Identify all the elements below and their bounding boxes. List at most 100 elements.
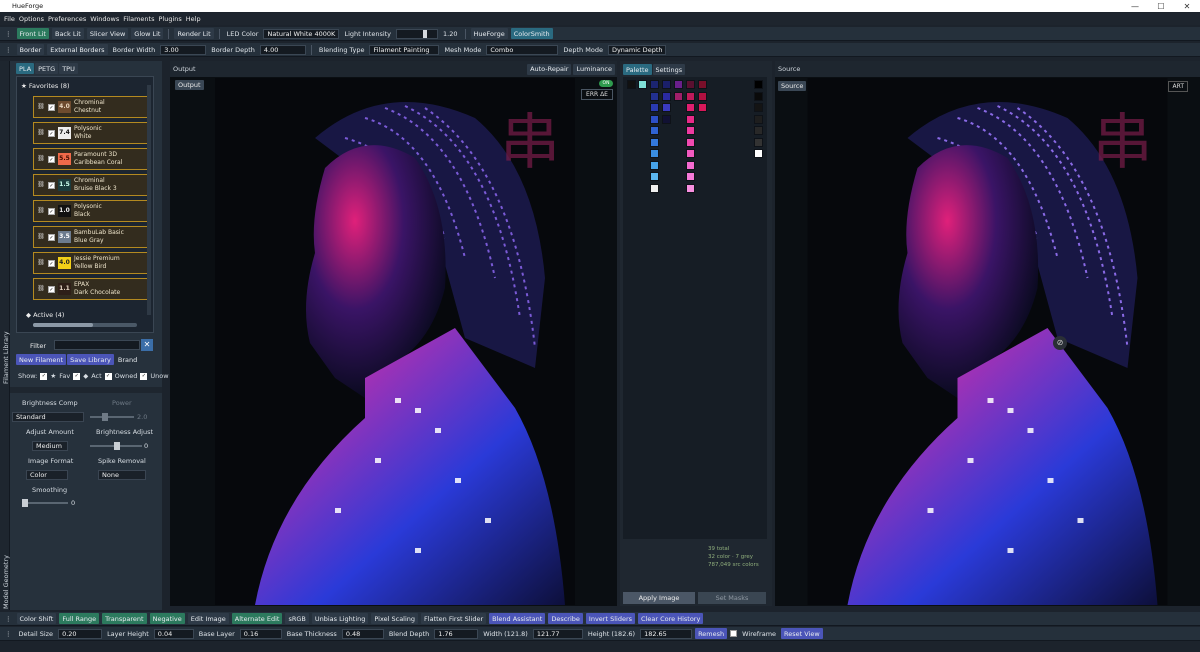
border-width-input[interactable]: 3.00 bbox=[160, 44, 207, 55]
menu-filaments[interactable]: Filaments bbox=[123, 15, 154, 23]
render-lit-button[interactable]: Render Lit bbox=[174, 28, 214, 39]
palette-swatch[interactable] bbox=[754, 149, 763, 158]
power-slider-knob[interactable] bbox=[102, 413, 108, 421]
filament-card[interactable]: ⛓ ✓ 1.0 Polysonic Black bbox=[33, 200, 149, 222]
set-masks-button[interactable]: Set Masks bbox=[698, 592, 766, 604]
wireframe-checkbox[interactable] bbox=[730, 630, 738, 637]
err-delta-e-button[interactable]: ERR ΔE bbox=[581, 89, 613, 100]
blend-assistant-button[interactable]: Blend Assistant bbox=[489, 613, 546, 624]
palette-swatch[interactable] bbox=[650, 183, 659, 193]
link-icon[interactable]: ⛓ bbox=[37, 181, 45, 189]
reset-view-button[interactable]: Reset View bbox=[781, 628, 823, 639]
palette-swatch[interactable] bbox=[627, 80, 636, 89]
detail-size-input[interactable]: 0.20 bbox=[58, 628, 103, 639]
source-viewport[interactable]: Source Source ART 串 ⊘ bbox=[775, 61, 1200, 606]
filament-checkbox[interactable]: ✓ bbox=[48, 129, 55, 137]
palette-swatch[interactable] bbox=[650, 91, 659, 101]
palette-swatch[interactable] bbox=[686, 172, 695, 181]
minimize-icon[interactable]: — bbox=[1122, 2, 1148, 11]
smoothing-slider[interactable] bbox=[22, 502, 68, 504]
led-color-select[interactable]: Natural White 4000K bbox=[263, 28, 340, 39]
show-unow-checkbox[interactable]: ✓ bbox=[140, 372, 148, 380]
filament-checkbox[interactable]: ✓ bbox=[48, 181, 55, 189]
palette-swatch[interactable] bbox=[662, 91, 671, 101]
filament-checkbox[interactable]: ✓ bbox=[48, 103, 55, 111]
palette-swatch[interactable] bbox=[650, 160, 659, 170]
brand-button[interactable]: Brand bbox=[115, 354, 140, 365]
palette-grid[interactable] bbox=[623, 77, 767, 539]
base-thickness-input[interactable]: 0.48 bbox=[341, 628, 384, 639]
palette-swatch[interactable] bbox=[686, 160, 695, 170]
brightness-comp-select[interactable]: Standard bbox=[12, 412, 84, 422]
new-filament-button[interactable]: New Filament bbox=[16, 354, 67, 365]
palette-swatch[interactable] bbox=[638, 80, 647, 89]
remesh-button[interactable]: Remesh bbox=[695, 628, 728, 639]
link-icon[interactable]: ⛓ bbox=[37, 285, 45, 293]
menu-preferences[interactable]: Preferences bbox=[48, 15, 86, 23]
colorsmith-button[interactable]: ColorSmith bbox=[510, 28, 553, 39]
palette-swatch[interactable] bbox=[662, 103, 671, 112]
slicer-view-button[interactable]: Slicer View bbox=[86, 28, 129, 39]
link-icon[interactable]: ⛓ bbox=[37, 155, 45, 163]
apply-image-button[interactable]: Apply Image bbox=[623, 592, 695, 604]
light-intensity-slider[interactable] bbox=[396, 28, 439, 39]
palette-swatch[interactable] bbox=[754, 103, 763, 112]
filament-card[interactable]: ⛓ ✓ 3.5 BambuLab Basic Blue Gray bbox=[33, 226, 149, 248]
link-icon[interactable]: ⛓ bbox=[37, 103, 45, 111]
link-icon[interactable]: ⛓ bbox=[37, 233, 45, 241]
height-input[interactable]: 182.65 bbox=[640, 628, 693, 639]
filament-checkbox[interactable]: ✓ bbox=[48, 285, 55, 293]
smoothing-knob[interactable] bbox=[22, 499, 28, 507]
model-geometry-side-label[interactable]: Model Geometry bbox=[2, 555, 10, 609]
clear-filter-icon[interactable]: ✕ bbox=[141, 339, 153, 351]
palette-swatch[interactable] bbox=[650, 114, 659, 124]
art-button[interactable]: ART bbox=[1168, 81, 1188, 92]
favorites-header[interactable]: ★ Favorites (8) bbox=[21, 82, 70, 90]
filament-checkbox[interactable]: ✓ bbox=[48, 155, 55, 163]
filament-checkbox[interactable]: ✓ bbox=[48, 207, 55, 215]
tab-palette[interactable]: Palette bbox=[623, 64, 652, 75]
full-range-button[interactable]: Full Range bbox=[59, 613, 100, 624]
palette-swatch[interactable] bbox=[698, 91, 707, 101]
filament-card[interactable]: ⛓ ✓ 1.5 Chrominal Bruise Black 3 bbox=[33, 174, 149, 196]
edit-image-button[interactable]: Edit Image bbox=[187, 613, 229, 624]
blending-type-select[interactable]: Filament Painting bbox=[369, 44, 440, 55]
palette-swatch[interactable] bbox=[650, 149, 659, 158]
palette-swatch[interactable] bbox=[674, 80, 683, 89]
filament-library-side-label[interactable]: Filament Library bbox=[2, 331, 10, 384]
menu-file[interactable]: File bbox=[4, 15, 15, 23]
mesh-mode-select[interactable]: Combo bbox=[486, 44, 559, 55]
eyedropper-icon[interactable]: ⊘ bbox=[1053, 336, 1067, 350]
palette-swatch[interactable] bbox=[650, 172, 659, 181]
auto-repair-button[interactable]: Auto-Repair bbox=[527, 63, 572, 75]
external-borders-button[interactable]: External Borders bbox=[47, 44, 108, 55]
alternate-edit-button[interactable]: Alternate Edit bbox=[231, 613, 283, 624]
clear-core-history-button[interactable]: Clear Core History bbox=[638, 613, 704, 624]
slider-knob[interactable] bbox=[423, 29, 428, 38]
menu-plugins[interactable]: Plugins bbox=[158, 15, 181, 23]
palette-swatch[interactable] bbox=[650, 80, 659, 89]
image-format-select[interactable]: Color bbox=[26, 470, 68, 480]
link-icon[interactable]: ⛓ bbox=[37, 259, 45, 267]
spike-removal-select[interactable]: None bbox=[98, 470, 146, 480]
tab-tpu[interactable]: TPU bbox=[59, 63, 78, 74]
maximize-icon[interactable]: ☐ bbox=[1148, 2, 1174, 11]
brightness-adjust-knob[interactable] bbox=[114, 442, 120, 450]
menu-windows[interactable]: Windows bbox=[90, 15, 119, 23]
base-layer-input[interactable]: 0.16 bbox=[239, 628, 282, 639]
pixel-scaling-button[interactable]: Pixel Scaling bbox=[371, 613, 419, 624]
palette-swatch[interactable] bbox=[686, 183, 695, 193]
filament-card[interactable]: ⛓ ✓ 1.1 EPAX Dark Chocolate bbox=[33, 278, 149, 300]
adjust-amount-select[interactable]: Medium bbox=[32, 441, 68, 451]
layer-height-input[interactable]: 0.04 bbox=[153, 628, 194, 639]
filament-checkbox[interactable]: ✓ bbox=[48, 259, 55, 267]
horizontal-scrollbar[interactable] bbox=[33, 323, 137, 327]
depth-mode-select[interactable]: Dynamic Depth bbox=[607, 44, 666, 55]
palette-swatch[interactable] bbox=[698, 103, 707, 112]
filament-card[interactable]: ⛓ ✓ 4.0 Chrominal Chestnut bbox=[33, 96, 149, 118]
color-shift-button[interactable]: Color Shift bbox=[16, 613, 57, 624]
glow-lit-button[interactable]: Glow Lit bbox=[131, 28, 164, 39]
show-act-checkbox[interactable]: ✓ bbox=[73, 372, 81, 380]
filament-card[interactable]: ⛓ ✓ 4.0 Jessie Premium Yellow Bird bbox=[33, 252, 149, 274]
unbias-lighting-button[interactable]: Unbias Lighting bbox=[311, 613, 369, 624]
